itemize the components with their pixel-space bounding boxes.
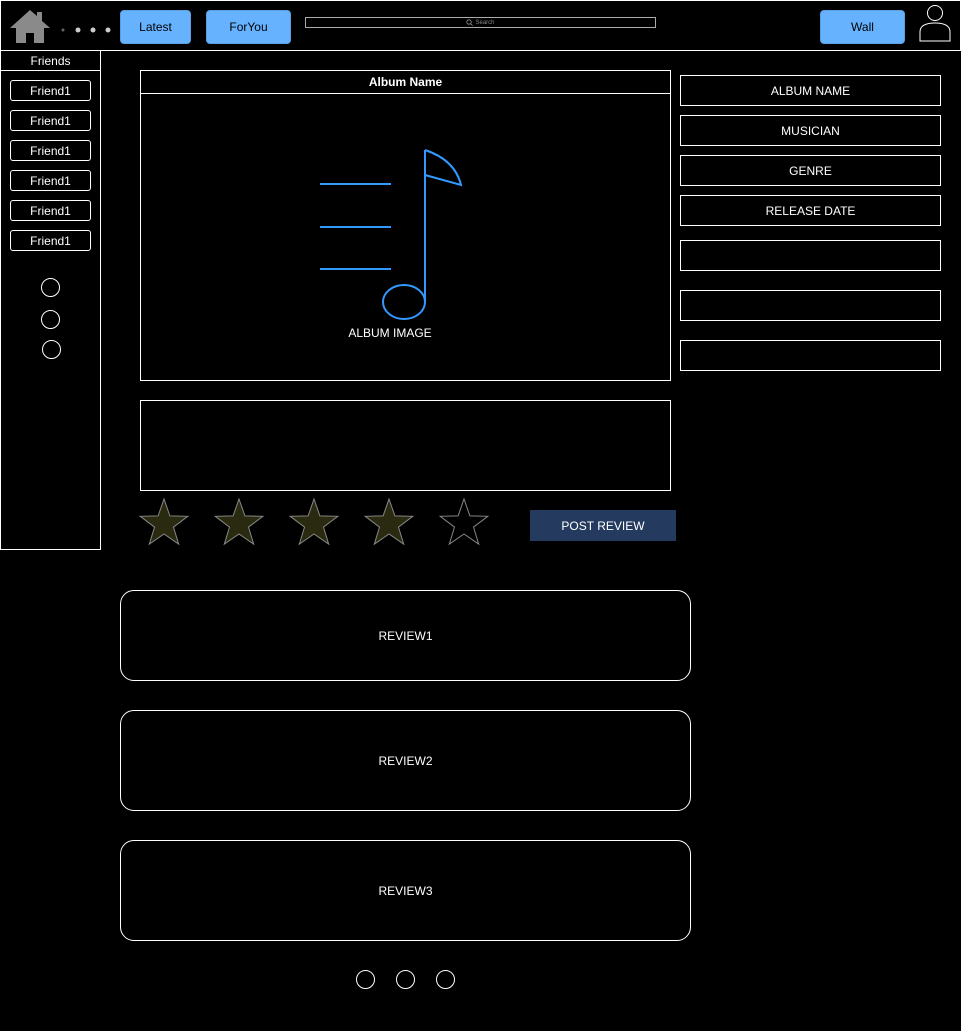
foryou-button[interactable]: ForYou	[206, 10, 291, 44]
review-text-input[interactable]	[140, 400, 671, 491]
info-field-empty	[680, 240, 941, 271]
search-icon	[466, 19, 474, 26]
user-icon[interactable]	[918, 4, 952, 42]
review-card[interactable]: REVIEW3	[120, 840, 691, 941]
more-dots-icon[interactable]	[58, 24, 114, 36]
search-placeholder: Search	[475, 19, 495, 26]
pagination-dot[interactable]	[356, 970, 375, 989]
search-input[interactable]: Search	[305, 17, 656, 28]
release-date-field: RELEASE DATE	[680, 195, 941, 226]
star-filled-icon[interactable]	[363, 497, 415, 546]
music-note-icon	[315, 145, 465, 325]
friends-title: Friends	[0, 50, 101, 71]
sidebar-page-dot[interactable]	[42, 340, 61, 359]
friend-item[interactable]: Friend1	[10, 230, 91, 251]
info-field-empty	[680, 290, 941, 321]
review-card[interactable]: REVIEW1	[120, 590, 691, 681]
wall-button[interactable]: Wall	[820, 10, 905, 44]
star-filled-icon[interactable]	[288, 497, 340, 546]
latest-button[interactable]: Latest	[120, 10, 191, 44]
review-card[interactable]: REVIEW2	[120, 710, 691, 811]
star-empty-icon[interactable]	[438, 497, 490, 546]
friend-item[interactable]: Friend1	[10, 170, 91, 191]
star-rating[interactable]	[138, 497, 498, 550]
album-image-label: ALBUM IMAGE	[348, 326, 432, 340]
friend-item[interactable]: Friend1	[10, 140, 91, 161]
album-name-field: ALBUM NAME	[680, 75, 941, 106]
home-icon[interactable]	[10, 9, 51, 44]
musician-field: MUSICIAN	[680, 115, 941, 146]
genre-field: GENRE	[680, 155, 941, 186]
friend-item[interactable]: Friend1	[10, 200, 91, 221]
sidebar-page-dot[interactable]	[41, 278, 60, 297]
friend-item[interactable]: Friend1	[10, 80, 91, 101]
pagination-dot[interactable]	[396, 970, 415, 989]
star-filled-icon[interactable]	[138, 497, 190, 546]
post-review-button[interactable]: POST REVIEW	[530, 510, 676, 541]
friend-item[interactable]: Friend1	[10, 110, 91, 131]
pagination-dot[interactable]	[436, 970, 455, 989]
sidebar-page-dot[interactable]	[41, 310, 60, 329]
info-field-empty	[680, 340, 941, 371]
album-title: Album Name	[140, 70, 671, 94]
star-filled-icon[interactable]	[213, 497, 265, 546]
